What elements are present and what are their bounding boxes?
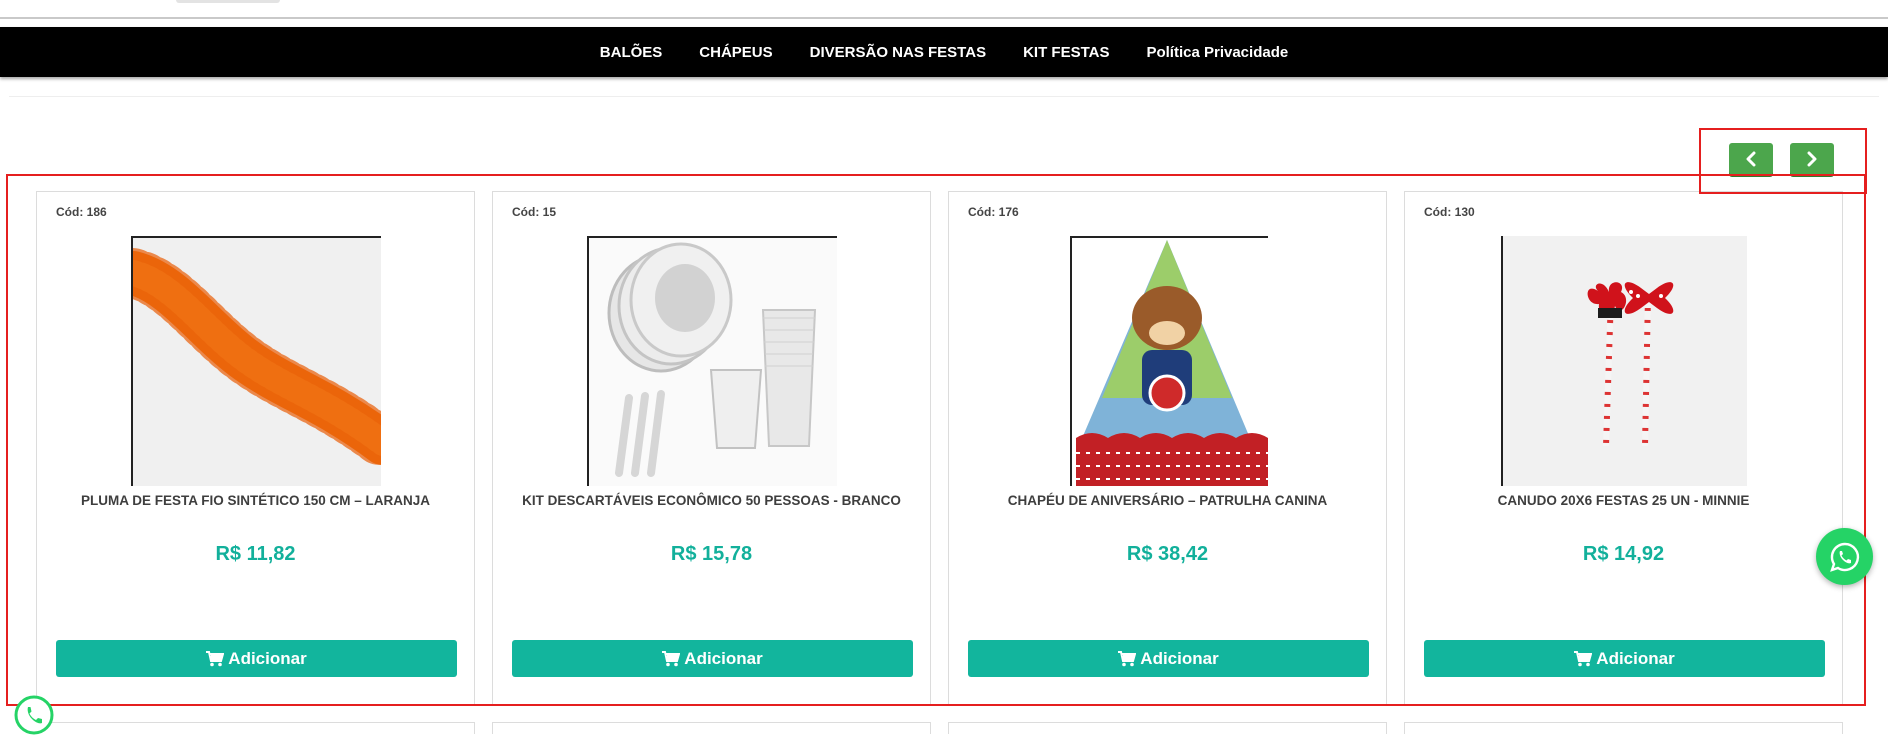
nav-item-politica[interactable]: Política Privacidade (1146, 44, 1288, 61)
product-image[interactable] (131, 236, 381, 486)
chevron-right-icon (1807, 151, 1817, 167)
next-row-card (948, 722, 1387, 734)
browser-top-strip (0, 0, 1888, 19)
whatsapp-icon (14, 695, 54, 735)
nav-menu: BALÕES CHÁPEUS DIVERSÃO NAS FESTAS KIT F… (0, 27, 1888, 77)
product-code: Cód: 176 (968, 205, 1019, 219)
cart-icon (1574, 650, 1593, 666)
product-card: Cód: 130 CANUDO 20X6 FESTAS 25 UN - MINN… (1404, 191, 1843, 705)
nav-item-diversao[interactable]: DIVERSÃO NAS FESTAS (810, 44, 986, 61)
product-image[interactable] (1501, 236, 1747, 486)
product-image[interactable] (1070, 236, 1268, 486)
cart-icon (1118, 650, 1137, 666)
product-title[interactable]: CHAPÉU DE ANIVERSÁRIO – PATRULHA CANINA (959, 493, 1376, 508)
product-image[interactable] (587, 236, 837, 486)
product-price: R$ 38,42 (1126, 543, 1209, 565)
plates-cups-forks-image (589, 238, 837, 486)
add-to-cart-button[interactable]: Adicionar (512, 640, 913, 677)
nav-item-chapeus[interactable]: CHÁPEUS (699, 44, 772, 61)
add-button-label: Adicionar (228, 648, 307, 668)
add-to-cart-button[interactable]: Adicionar (56, 640, 457, 677)
next-row-card (492, 722, 931, 734)
whatsapp-button[interactable] (1816, 528, 1873, 585)
whatsapp-icon (1829, 542, 1859, 572)
add-button-label: Adicionar (1596, 648, 1675, 668)
product-card: Cód: 176 CHAPÉU DE ANIVERSÁRIO – PATRULH… (948, 191, 1387, 705)
next-row-card (36, 722, 475, 734)
product-code: Cód: 186 (56, 205, 107, 219)
product-code: Cód: 130 (1424, 205, 1475, 219)
product-title[interactable]: KIT DESCARTÁVEIS ECONÔMICO 50 PESSOAS - … (503, 493, 920, 508)
minnie-straws-image (1503, 236, 1747, 486)
add-button-label: Adicionar (1140, 648, 1219, 668)
main-nav-bar: BALÕES CHÁPEUS DIVERSÃO NAS FESTAS KIT F… (0, 27, 1888, 77)
nav-item-baloes[interactable]: BALÕES (600, 44, 663, 61)
cart-icon (662, 650, 681, 666)
top-tab-stub (176, 0, 280, 3)
carousel-prev-button[interactable] (1729, 143, 1773, 175)
carousel-next-button[interactable] (1790, 143, 1834, 175)
product-card: Cód: 15 KIT DESCARTÁVEIS ECONÔMICO 50 PE… (492, 191, 931, 705)
product-title[interactable]: PLUMA DE FESTA FIO SINTÉTICO 150 CM – LA… (47, 493, 464, 508)
product-price: R$ 14,92 (1582, 543, 1665, 565)
next-row-card (1404, 722, 1843, 734)
whatsapp-corner-button[interactable] (14, 695, 54, 735)
nav-item-kit-festas[interactable]: KIT FESTAS (1023, 44, 1109, 61)
divider (9, 96, 1879, 97)
add-button-label: Adicionar (684, 648, 763, 668)
product-price: R$ 11,82 (215, 543, 296, 565)
paw-patrol-hat-image (1072, 238, 1268, 486)
product-code: Cód: 15 (512, 205, 557, 219)
add-to-cart-button[interactable]: Adicionar (1424, 640, 1825, 677)
chevron-left-icon (1746, 151, 1756, 167)
cart-icon (206, 650, 225, 666)
product-card: Cód: 186 PLUMA DE FESTA FIO SINTÉTICO 15… (36, 191, 475, 705)
annotation-box-arrows (1699, 128, 1867, 194)
product-price: R$ 15,78 (670, 543, 753, 565)
orange-feather-boa-image (133, 238, 381, 486)
product-title[interactable]: CANUDO 20X6 FESTAS 25 UN - MINNIE (1415, 493, 1832, 508)
add-to-cart-button[interactable]: Adicionar (968, 640, 1369, 677)
